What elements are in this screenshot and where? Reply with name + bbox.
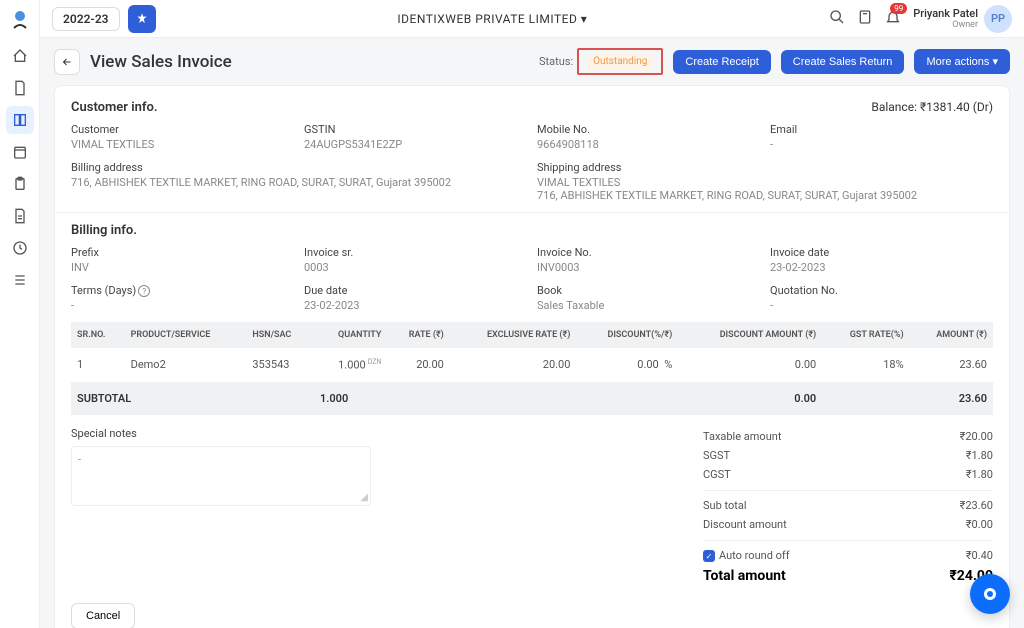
balance: Balance: ₹1381.40 (Dr)	[871, 100, 993, 114]
total-label: Total amount	[703, 568, 786, 584]
resize-handle-icon[interactable]: ◢	[360, 492, 368, 503]
status-label: Status: Outstanding	[539, 48, 663, 75]
nav-file-icon[interactable]	[6, 202, 34, 230]
invoice-no-label: Invoice No.	[537, 246, 760, 259]
taxable-value: ₹20.00	[960, 430, 993, 443]
nav-book-icon[interactable]	[6, 106, 34, 134]
customer-value: VIMAL TEXTILES	[71, 138, 294, 151]
shipping-company: VIMAL TEXTILES	[537, 176, 993, 189]
round-label: Auto round off	[719, 549, 790, 562]
terms-value: -	[71, 299, 294, 312]
col-excl: EXCLUSIVE RATE (₹)	[450, 322, 577, 348]
year-select[interactable]: 2022-23	[52, 7, 120, 31]
nav-clipboard-icon[interactable]	[6, 170, 34, 198]
discount-sum-label: Discount amount	[703, 518, 787, 531]
notes-box: - ◢	[71, 446, 371, 506]
email-value: -	[770, 138, 993, 151]
col-product: PRODUCT/SERVICE	[125, 322, 247, 348]
help-icon[interactable]: ?	[138, 285, 150, 297]
col-qty: QUANTITY	[314, 322, 387, 348]
email-label: Email	[770, 123, 993, 136]
invoice-sr-value: 0003	[304, 261, 527, 274]
nav-stack-icon[interactable]	[6, 266, 34, 294]
more-actions-button[interactable]: More actions ▾	[914, 49, 1010, 74]
user-role: Owner	[913, 20, 978, 31]
table-row: 1 Demo2 353543 1.000DZN 20.00 20.00 0.00…	[71, 348, 993, 382]
discount-sum-value: ₹0.00	[966, 518, 993, 531]
back-button[interactable]	[54, 49, 80, 75]
sidebar	[0, 0, 40, 628]
due-date-value: 23-02-2023	[304, 299, 527, 312]
app-logo	[6, 6, 34, 34]
col-hsn: HSN/SAC	[246, 322, 314, 348]
nav-calendar-icon[interactable]	[6, 138, 34, 166]
create-receipt-button[interactable]: Create Receipt	[673, 50, 770, 74]
cgst-value: ₹1.80	[966, 468, 993, 481]
items-table: SR.NO. PRODUCT/SERVICE HSN/SAC QUANTITY …	[71, 322, 993, 415]
chat-fab[interactable]	[970, 574, 1010, 614]
customer-label: Customer	[71, 123, 294, 136]
book-label: Book	[537, 284, 760, 297]
billing-addr-value: 716, ABHISHEK TEXTILE MARKET, RING ROAD,…	[71, 176, 527, 189]
terms-label: Terms (Days)?	[71, 284, 294, 297]
col-disc-pct: DISCOUNT(%/₹)	[576, 322, 678, 348]
cancel-button[interactable]: Cancel	[71, 603, 135, 628]
invoice-date-label: Invoice date	[770, 246, 993, 259]
due-date-label: Due date	[304, 284, 527, 297]
status-value: Outstanding	[587, 54, 653, 69]
notification-badge: 99	[890, 3, 907, 14]
round-value: ₹0.40	[966, 549, 993, 563]
book-value: Sales Taxable	[537, 299, 760, 312]
col-amount: AMOUNT (₹)	[910, 322, 993, 348]
col-disc-amt: DISCOUNT AMOUNT (₹)	[678, 322, 822, 348]
user-name: Priyank Patel	[913, 7, 978, 20]
sgst-value: ₹1.80	[966, 449, 993, 462]
mobile-value: 9664908118	[537, 138, 760, 151]
gstin-label: GSTIN	[304, 123, 527, 136]
page-title: View Sales Invoice	[90, 52, 529, 72]
billing-addr-label: Billing address	[71, 161, 527, 174]
notes-label: Special notes	[71, 427, 371, 440]
mobile-label: Mobile No.	[537, 123, 760, 136]
nav-clock-icon[interactable]	[6, 234, 34, 262]
avatar: PP	[984, 5, 1012, 33]
user-menu[interactable]: Priyank Patel Owner PP	[913, 5, 1012, 33]
billing-info-title: Billing info.	[71, 223, 993, 238]
prefix-label: Prefix	[71, 246, 294, 259]
shipping-addr-value: 716, ABHISHEK TEXTILE MARKET, RING ROAD,…	[537, 189, 993, 202]
subtotal-row: SUBTOTAL 1.000 0.00 23.60	[71, 382, 993, 415]
invoice-no-value: INV0003	[537, 261, 760, 274]
nav-home-icon[interactable]	[6, 42, 34, 70]
col-gst: GST RATE(%)	[822, 322, 909, 348]
customer-info-title: Customer info.	[71, 100, 158, 115]
cgst-label: CGST	[703, 468, 731, 481]
col-srno: SR.NO.	[71, 322, 125, 348]
quotation-label: Quotation No.	[770, 284, 993, 297]
prefix-value: INV	[71, 261, 294, 274]
invoice-date-value: 23-02-2023	[770, 261, 993, 274]
taxable-label: Taxable amount	[703, 430, 781, 443]
quotation-value: -	[770, 299, 993, 312]
nav-document-icon[interactable]	[6, 74, 34, 102]
search-icon[interactable]	[829, 9, 845, 28]
shipping-addr-label: Shipping address	[537, 161, 993, 174]
gstin-value: 24AUGPS5341E2ZP	[304, 138, 527, 151]
topbar: 2022-23 IDENTIXWEB PRIVATE LIMITED ▾ 99 …	[40, 0, 1024, 38]
hand-icon-button[interactable]	[128, 5, 156, 33]
calculator-icon[interactable]	[857, 9, 873, 28]
company-selector[interactable]: IDENTIXWEB PRIVATE LIMITED ▾	[164, 12, 822, 26]
invoice-sr-label: Invoice sr.	[304, 246, 527, 259]
col-rate: RATE (₹)	[387, 322, 449, 348]
notification-icon[interactable]: 99	[885, 9, 901, 28]
subtotal-sum-label: Sub total	[703, 499, 747, 512]
status-badge-highlight: Outstanding	[577, 48, 663, 75]
sgst-label: SGST	[703, 449, 730, 462]
auto-round-checkbox[interactable]: ✓	[703, 550, 715, 562]
subtotal-sum-value: ₹23.60	[960, 499, 993, 512]
create-sales-return-button[interactable]: Create Sales Return	[781, 50, 905, 74]
